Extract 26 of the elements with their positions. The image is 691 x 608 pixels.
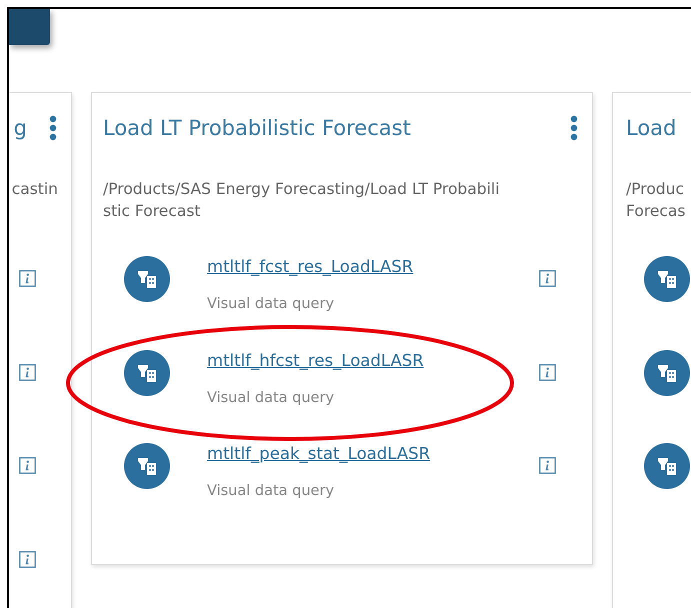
folder-path: Forecas xyxy=(626,201,687,222)
info-icon[interactable] xyxy=(19,457,36,474)
info-icon[interactable] xyxy=(539,270,556,287)
more-options-icon[interactable] xyxy=(49,115,57,141)
info-icon[interactable] xyxy=(19,364,36,380)
item-type: Visual data query xyxy=(207,295,334,314)
info-icon[interactable] xyxy=(19,550,36,568)
folder-path: /Products/SAS Energy Forecasting/Load LT Probabili xyxy=(103,179,501,200)
query-link[interactable]: mtltlf_fcst_res_LoadLASR xyxy=(207,256,414,278)
query-link[interactable]: mtltlf_hfcst_res_LoadLASR xyxy=(207,350,424,372)
folder-path: stic Forecast xyxy=(103,201,202,222)
data-query-icon xyxy=(124,350,170,396)
item-type: Visual data query xyxy=(207,482,334,501)
query-link[interactable]: mtltlf_peak_stat_LoadLASR xyxy=(207,443,430,465)
data-query-icon xyxy=(124,443,170,489)
more-options-icon[interactable] xyxy=(570,115,578,141)
info-icon[interactable] xyxy=(539,457,556,474)
item-type: Visual data query xyxy=(207,388,334,408)
info-icon[interactable] xyxy=(19,270,36,287)
folder-path: /Produc xyxy=(626,179,685,200)
folder-path: castin xyxy=(10,179,58,200)
card-title: Load LT Probabilistic Forecast xyxy=(103,116,411,140)
card-title: Load xyxy=(626,116,676,140)
data-query-icon xyxy=(124,256,170,302)
card-title: g xyxy=(14,116,27,140)
info-icon[interactable] xyxy=(539,364,556,380)
